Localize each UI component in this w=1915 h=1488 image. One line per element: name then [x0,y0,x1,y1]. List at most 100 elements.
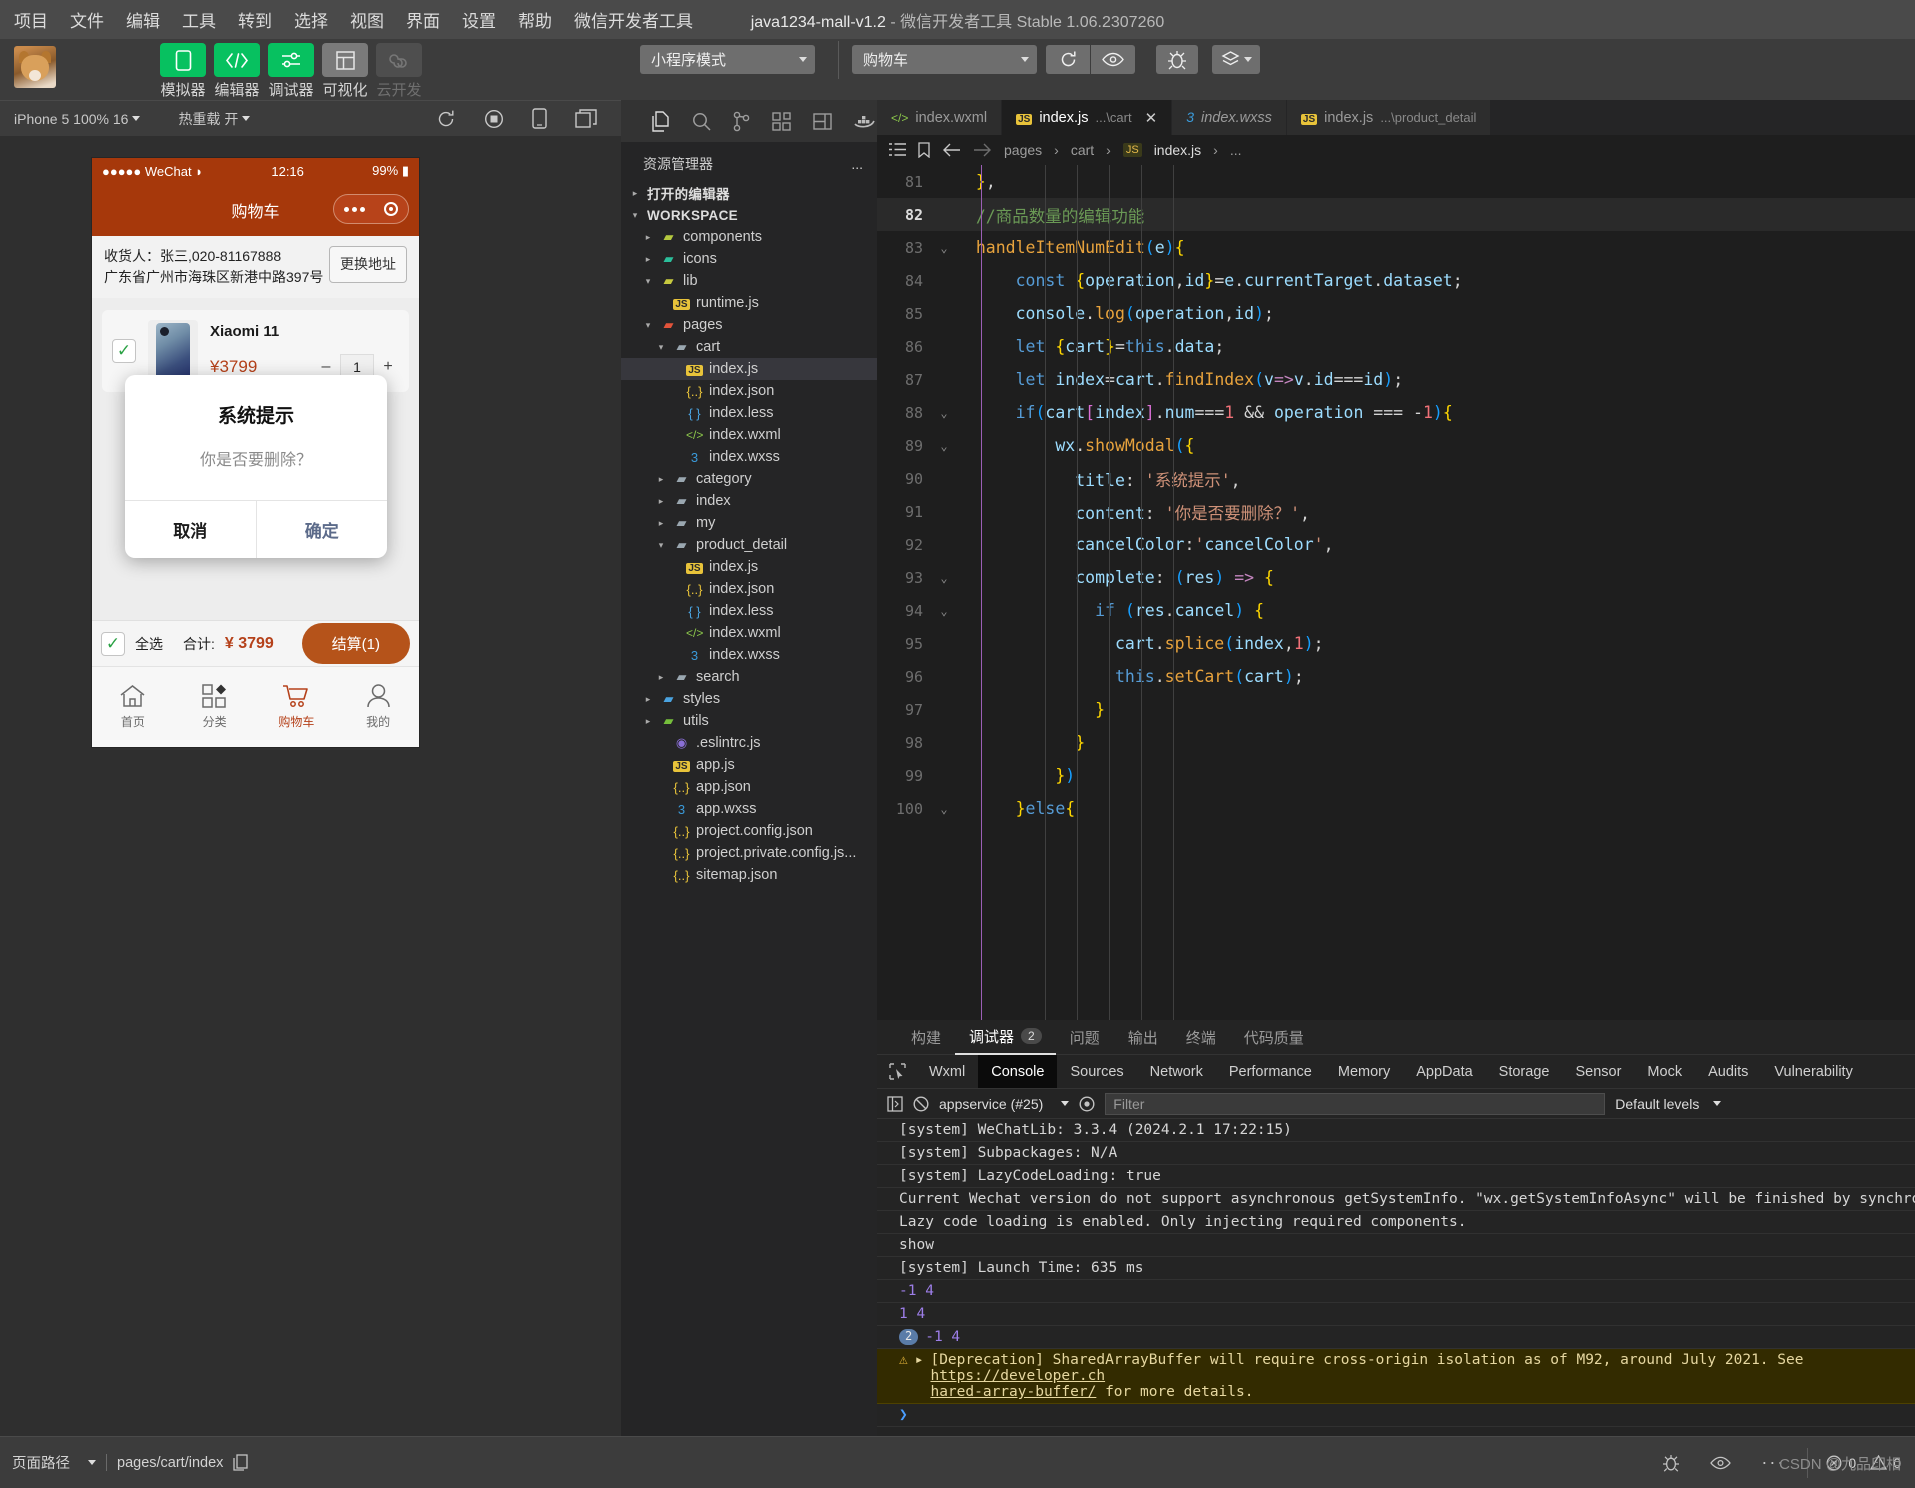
menu-item-devtools[interactable]: 微信开发者工具 [574,7,693,32]
editor-tab-2[interactable]: 3 index.wxss [1172,100,1287,135]
live-expression-icon[interactable] [1079,1095,1095,1112]
code-line-85[interactable]: 85 console.log(operation,id); [877,297,1915,330]
breadcrumb-pages[interactable]: pages [1004,142,1042,158]
cloud-dev-toggle-button[interactable] [376,43,422,77]
levels-select[interactable]: Default levels [1615,1096,1722,1112]
tree-folder-my[interactable]: ▸ ▰ my [621,512,877,534]
menu-item-project[interactable]: 项目 [14,7,48,32]
tree-folder-product-detail[interactable]: ▾ ▰ product_detail [621,534,877,556]
console-tab-memory[interactable]: Memory [1325,1055,1403,1088]
editor-tab-1[interactable]: JS index.js ...\cart ✕ [1002,100,1173,135]
select-all-checkbox[interactable]: ✓ [101,631,125,656]
code-line-81[interactable]: 81 }, [877,165,1915,198]
tree-folder-pages[interactable]: ▾ ▰ pages [621,314,877,336]
devtools-tab-4[interactable]: 终端 [1172,1020,1230,1055]
code-line-100[interactable]: 100 ⌄ }else{ [877,792,1915,825]
fold-toggle-icon[interactable]: ⌄ [932,604,956,618]
avatar[interactable] [14,46,56,88]
code-line-90[interactable]: 90 title: '系统提示', [877,462,1915,495]
sidebar-toggle-icon[interactable] [887,1095,903,1112]
menu-item-goto[interactable]: 转到 [238,7,272,32]
console-tab-wxml[interactable]: Wxml [916,1055,978,1088]
docker-icon[interactable] [854,114,875,129]
menu-item-help[interactable]: 帮助 [518,7,552,32]
console-tab-sources[interactable]: Sources [1057,1055,1136,1088]
change-address-button[interactable]: 更换地址 [329,246,407,283]
code-line-83[interactable]: 83 ⌄ handleItemNumEdit(e){ [877,231,1915,264]
console-tab-console[interactable]: Console [978,1055,1058,1088]
console-tab-sensor[interactable]: Sensor [1562,1055,1634,1088]
warning-link[interactable]: https://developer.ch [930,1368,1105,1384]
code-line-88[interactable]: 88 ⌄ if(cart[index].num===1 && operation … [877,396,1915,429]
compile-button[interactable] [1046,45,1090,74]
console-tab-performance[interactable]: Performance [1216,1055,1325,1088]
arrow-right-icon[interactable] [973,143,992,157]
code-line-99[interactable]: 99 }) [877,759,1915,792]
breadcrumb-ellipsis[interactable]: ... [1230,142,1242,158]
tree-folder-search[interactable]: ▸ ▰ search [621,666,877,688]
tree-file-app-js[interactable]: JS app.js [621,754,877,776]
menu-item-file[interactable]: 文件 [70,7,104,32]
device-select[interactable]: iPhone 5 100% 16 [14,111,128,127]
devtools-tab-5[interactable]: 代码质量 [1230,1020,1318,1055]
devtools-tab-0[interactable]: 构建 [897,1020,955,1055]
windows-icon[interactable] [575,109,597,128]
code-line-95[interactable]: 95 cart.splice(index,1); [877,627,1915,660]
code-line-98[interactable]: 98 } [877,726,1915,759]
tab-my[interactable]: 我的 [337,667,419,747]
tree-file--eslintrc-js[interactable]: ◉ .eslintrc.js [621,732,877,754]
fold-toggle-icon[interactable]: ⌄ [932,406,956,420]
tree-file-runtime-js[interactable]: JS runtime.js [621,292,877,314]
device-icon[interactable] [532,108,547,129]
modal-confirm-button[interactable]: 确定 [257,501,388,558]
menu-item-view[interactable]: 视图 [350,7,384,32]
code-line-87[interactable]: 87 let index=cart.findIndex(v=>v.id===id… [877,363,1915,396]
workspace-section[interactable]: ▾ WORKSPACE [621,204,877,226]
more-icon[interactable]: ... [851,156,863,172]
tree-file-index-less[interactable]: { } index.less [621,402,877,424]
tree-file-project-private-config-js-[interactable]: {..} project.private.config.js... [621,842,877,864]
menu-item-select[interactable]: 选择 [294,7,328,32]
devtools-tab-3[interactable]: 输出 [1114,1020,1172,1055]
tree-folder-components[interactable]: ▸ ▰ components [621,226,877,248]
console-tab-mock[interactable]: Mock [1634,1055,1695,1088]
devtools-tab-1[interactable]: 调试器 2 [955,1020,1056,1055]
code-line-82[interactable]: 82 //商品数量的编辑功能 [877,198,1915,231]
wxml-panel-icon[interactable] [813,112,832,130]
tree-file-index-json[interactable]: {..} index.json [621,578,877,600]
breadcrumb-file[interactable]: index.js [1154,142,1201,158]
tab-category[interactable]: 分类 [174,667,256,747]
code-area[interactable]: 81 },82 //商品数量的编辑功能83⌄ handleItemNumEdit… [877,165,1915,1020]
page-select[interactable]: 购物车 [852,45,1037,74]
files-icon[interactable] [651,110,670,132]
console-tab-audits[interactable]: Audits [1695,1055,1761,1088]
menu-item-tools[interactable]: 工具 [182,7,216,32]
address-block[interactable]: 收货人：张三,020-81167888 广东省广州市海珠区新港中路397号 更换… [92,236,419,298]
code-line-96[interactable]: 96 this.setCart(cart); [877,660,1915,693]
copy-icon[interactable] [233,1454,249,1471]
fold-toggle-icon[interactable]: ⌄ [932,802,956,816]
open-editors-section[interactable]: ▸ 打开的编辑器 [621,182,877,204]
qty-plus-button[interactable]: + [377,358,399,376]
fold-toggle-icon[interactable]: ⌄ [932,241,956,255]
console-tab-appdata[interactable]: AppData [1403,1055,1485,1088]
real-device-debug-button[interactable] [1156,45,1198,74]
tree-file-app-json[interactable]: {..} app.json [621,776,877,798]
item-checkbox[interactable]: ✓ [112,339,136,363]
tree-file-index-less[interactable]: { } index.less [621,600,877,622]
capsule-button[interactable] [333,194,409,224]
context-select[interactable]: appservice (#25) [939,1096,1070,1112]
clear-console-icon[interactable] [913,1095,929,1112]
tree-folder-category[interactable]: ▸ ▰ category [621,468,877,490]
record-icon[interactable] [484,109,504,129]
eye-icon[interactable] [1710,1456,1732,1470]
tree-folder-index[interactable]: ▸ ▰ index [621,490,877,512]
fold-toggle-icon[interactable]: ⌄ [932,439,956,453]
filter-input[interactable]: Filter [1105,1092,1606,1115]
tree-file-index-js[interactable]: JS index.js [621,556,877,578]
mode-select[interactable]: 小程序模式 [640,45,815,74]
bookmark-icon[interactable] [918,142,930,158]
visual-toggle-button[interactable] [322,43,368,77]
tree-folder-lib[interactable]: ▾ ▰ lib [621,270,877,292]
tree-file-index-wxss[interactable]: 3 index.wxss [621,446,877,468]
